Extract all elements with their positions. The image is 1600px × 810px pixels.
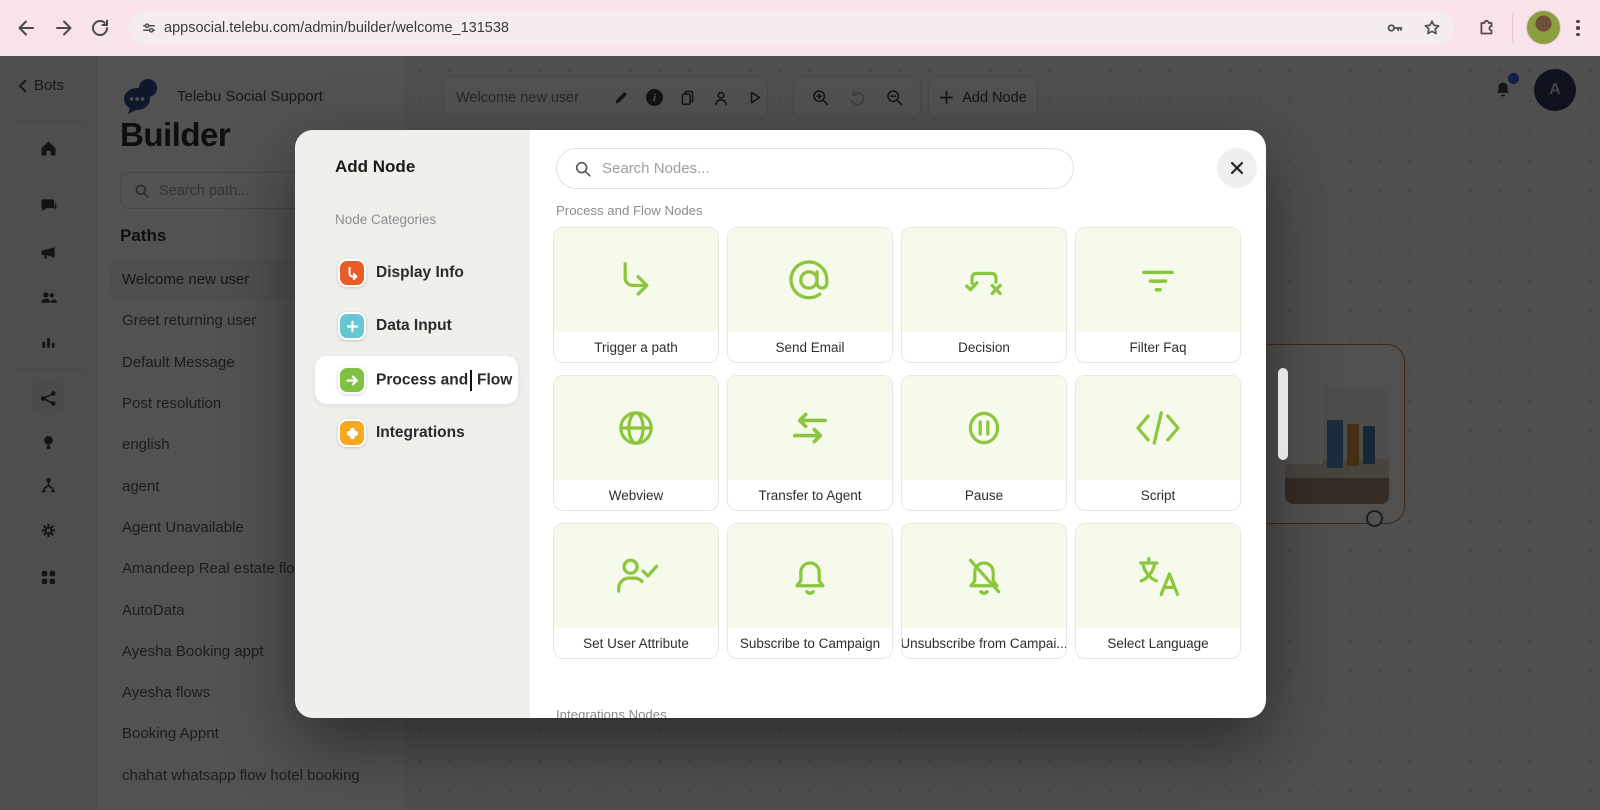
close-icon: [1230, 161, 1244, 175]
translate-icon: [1076, 524, 1240, 628]
bell-icon: [728, 524, 892, 628]
node-card-unsubscribe-from-campaign[interactable]: Unsubscribe from Campai...: [901, 523, 1067, 659]
modal-scrollbar-thumb[interactable]: [1278, 368, 1288, 460]
category-data-input[interactable]: Data Input: [338, 312, 452, 340]
modal-title: Add Node: [335, 157, 415, 177]
node-card-filter-faq[interactable]: Filter Faq: [1075, 227, 1241, 363]
site-info-icon[interactable]: [140, 19, 158, 37]
arrow-right-icon: [338, 366, 366, 394]
node-card-transfer-to-agent[interactable]: Transfer to Agent: [727, 375, 893, 511]
category-process-and-flow[interactable]: Process and Flow: [338, 366, 512, 394]
extensions-puzzle-icon[interactable]: [1475, 17, 1497, 39]
node-card-decision[interactable]: Decision: [901, 227, 1067, 363]
search-icon: [574, 160, 592, 178]
node-card-send-email[interactable]: Send Email: [727, 227, 893, 363]
trigger-path-icon: [554, 228, 718, 332]
node-card-set-user-attribute[interactable]: Set User Attribute: [553, 523, 719, 659]
browser-back-button[interactable]: [14, 16, 38, 40]
node-categories-label: Node Categories: [335, 212, 436, 227]
bookmark-star-icon[interactable]: [1421, 17, 1443, 39]
next-section-title: Integrations Nodes: [556, 707, 667, 718]
browser-chrome: appsocial.telebu.com/admin/builder/welco…: [0, 0, 1600, 56]
node-card-subscribe-to-campaign[interactable]: Subscribe to Campaign: [727, 523, 893, 659]
filter-icon: [1076, 228, 1240, 332]
user-check-icon: [554, 524, 718, 628]
text-caret: [470, 370, 472, 391]
browser-reload-button[interactable]: [88, 16, 112, 40]
decision-check-x-icon: [902, 228, 1066, 332]
forward-arrow-icon: [52, 16, 76, 40]
node-grid: Trigger a path Send Email Decision Filte…: [553, 227, 1241, 659]
category-integrations[interactable]: Integrations: [338, 419, 465, 447]
section-title: Process and Flow Nodes: [556, 203, 703, 218]
browser-forward-button[interactable]: [52, 16, 76, 40]
at-email-icon: [728, 228, 892, 332]
category-label: Integrations: [376, 424, 465, 442]
chrome-separator: [1512, 14, 1513, 42]
category-label: Data Input: [376, 317, 452, 335]
url-text: appsocial.telebu.com/admin/builder/welco…: [164, 20, 509, 36]
puzzle-icon: [338, 419, 366, 447]
address-bar[interactable]: appsocial.telebu.com/admin/builder/welco…: [128, 11, 1455, 45]
branch-arrow-icon: [338, 259, 366, 287]
node-search-box[interactable]: [556, 148, 1074, 189]
category-display-info[interactable]: Display Info: [338, 259, 464, 287]
node-card-trigger-a-path[interactable]: Trigger a path: [553, 227, 719, 363]
node-categories-panel: Add Node Node Categories Display Info Da…: [295, 130, 530, 718]
category-label: Display Info: [376, 264, 464, 282]
add-node-modal: Add Node Node Categories Display Info Da…: [295, 130, 1266, 718]
node-card-select-language[interactable]: Select Language: [1075, 523, 1241, 659]
pause-circle-icon: [902, 376, 1066, 480]
browser-profile-avatar[interactable]: [1526, 10, 1561, 45]
node-card-script[interactable]: Script: [1075, 375, 1241, 511]
password-key-icon[interactable]: [1384, 17, 1406, 39]
code-icon: [1076, 376, 1240, 480]
transfer-arrows-icon: [728, 376, 892, 480]
bell-off-icon: [902, 524, 1066, 628]
modal-close-button[interactable]: [1217, 148, 1257, 188]
node-card-webview[interactable]: Webview: [553, 375, 719, 511]
plus-icon: [338, 312, 366, 340]
node-card-pause[interactable]: Pause: [901, 375, 1067, 511]
back-arrow-icon: [14, 16, 38, 40]
reload-icon: [88, 16, 112, 40]
node-search-input[interactable]: [602, 160, 1032, 177]
browser-menu-button[interactable]: [1572, 16, 1584, 40]
category-label: Process and Flow: [376, 370, 512, 391]
globe-icon: [554, 376, 718, 480]
